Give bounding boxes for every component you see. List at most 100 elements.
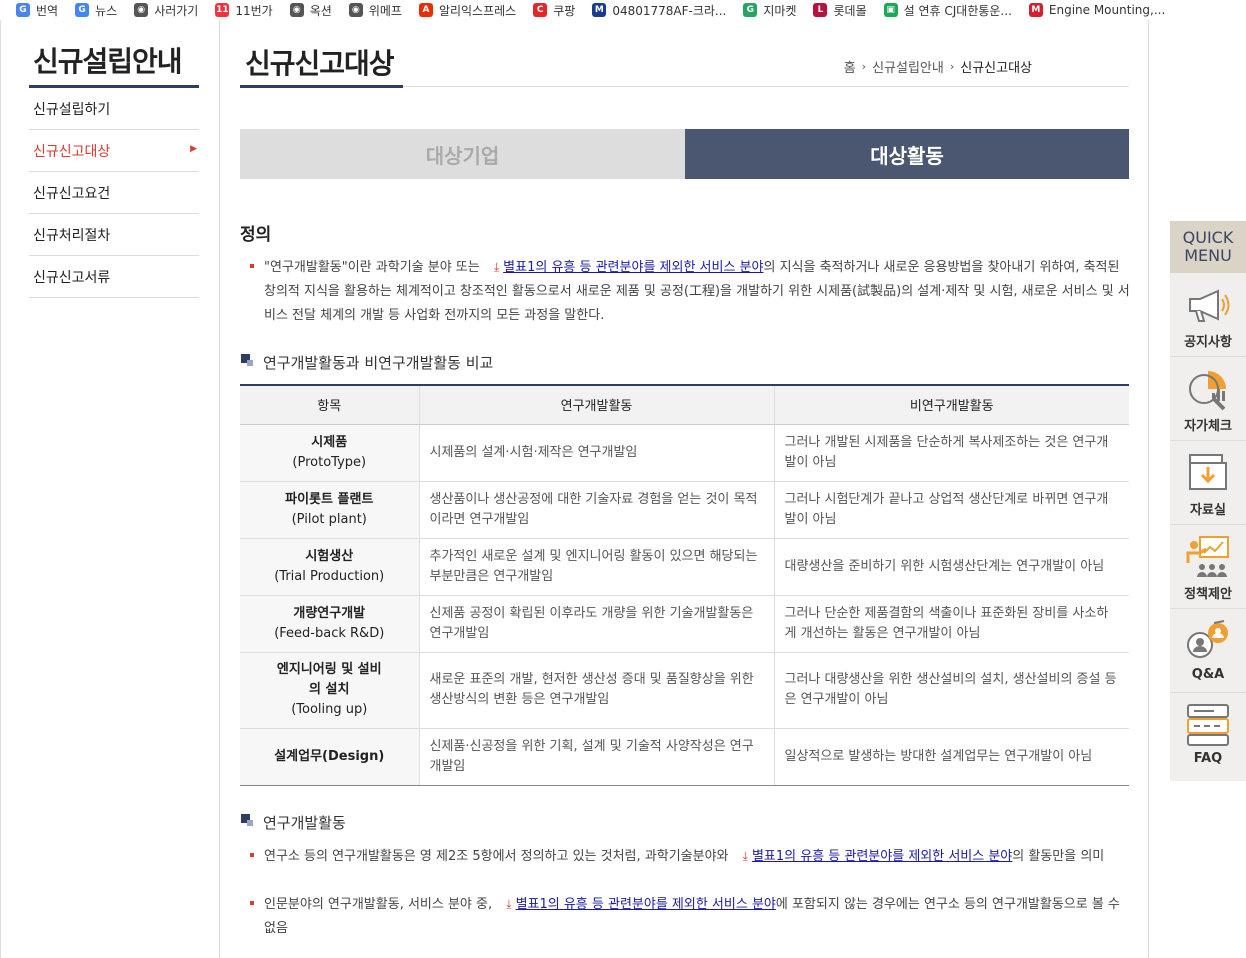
table-row: 파이롯트 플랜트 (Pilot plant) 생산품이나 생산공정에 대한 기술자료…: [240, 481, 1129, 539]
table-cell-non-rnd: 그러나 대량생산을 위한 생산설비의 설치, 생산설비의 증설 등은 연구개발이…: [774, 652, 1129, 729]
bookmark-item[interactable]: G 번역: [16, 2, 58, 19]
quick-menu-library[interactable]: 자료실: [1170, 441, 1246, 525]
quick-menu-label: Q&A: [1191, 667, 1225, 682]
breadcrumb-current: 신규신고대상: [960, 61, 1032, 76]
service-field-link[interactable]: 별표1의 유흥 등 관련분야를 제외한 서비스 분야: [503, 260, 763, 275]
service-field-link[interactable]: 별표1의 유흥 등 관련분야를 제외한 서비스 분야: [516, 897, 776, 912]
quick-menu-label: FAQ: [1193, 751, 1223, 766]
table-header-non-rnd: 비연구개발활동: [774, 384, 1129, 425]
quick-menu-label: 정책제안: [1184, 587, 1232, 602]
table-row: 개량연구개발 (Feed-back R&D) 신제품 공정이 확립된 이후라도 개량…: [240, 595, 1129, 653]
rnd-heading-text: 연구개발활동: [263, 814, 346, 832]
item-name-en: (Trial Production): [274, 568, 385, 584]
bookmark-favicon-icon: ▣: [883, 3, 898, 17]
bookmark-item[interactable]: A 알리익스프레스: [418, 2, 517, 19]
table-row: 시험생산 (Trial Production) 추가적인 새로운 설계 및 엔지니어…: [240, 538, 1129, 596]
sidebar-item[interactable]: 신규처리절차: [29, 214, 199, 256]
square-bullet-icon: [241, 814, 254, 827]
bookmark-item[interactable]: ◉ 옥션: [289, 2, 332, 19]
bookmark-item[interactable]: L 롯데몰: [813, 2, 867, 19]
rnd-item-text-before: 인문분야의 연구개발활동, 서비스 분야 중,: [264, 897, 497, 912]
sidebar-item[interactable]: 신규설립하기: [29, 88, 199, 130]
table-cell-non-rnd: 그러나 개발된 시제품을 단순하게 복사제조하는 것은 연구개발이 아님: [774, 424, 1129, 482]
bookmarks-bar: G 번역 G 뉴스 ◉ 사러가기 11 11번가 ◉ 옥션 ◉ 위메프 A 알리익스프레스 C 쿠팡 M 0480…: [0, 0, 1246, 20]
definition-heading: 정의: [240, 225, 272, 245]
magnifier-chart-icon: [1189, 371, 1226, 411]
item-name: 시험생산: [305, 548, 354, 564]
bookmark-label: 지마켓: [763, 3, 797, 18]
bookmark-favicon-icon: L: [813, 3, 828, 17]
bookmark-label: 옥션: [309, 3, 332, 18]
bullet-icon: [250, 264, 254, 268]
rnd-heading: 연구개발활동: [241, 812, 346, 833]
item-name-en: (ProtoType): [292, 454, 367, 470]
bookmark-label: 알리익스프레스: [438, 3, 517, 18]
bookmark-item[interactable]: C 쿠팡: [533, 2, 575, 19]
bookmark-label: 쿠팡: [553, 3, 576, 18]
item-name-en: (Tooling up): [291, 702, 368, 717]
rnd-item-2: 인문분야의 연구개발활동, 서비스 분야 중, ⤓ 별표1의 유흥 등 관련분야를…: [250, 892, 1130, 941]
bookmark-favicon-icon: ◉: [289, 3, 304, 17]
item-name: 엔지니어링 및 설비의 설치: [276, 662, 382, 697]
bookmark-item[interactable]: 11 11번가: [215, 2, 273, 19]
frame-left-border: [0, 20, 1, 958]
table-row: 엔지니어링 및 설비의 설치 (Tooling up) 새로운 표준의 개발, 현저…: [240, 652, 1129, 729]
item-name-en: (Feed-back R&D): [274, 625, 385, 641]
chevron-right-icon: ›: [949, 60, 955, 73]
bookmark-favicon-icon: M: [1028, 3, 1043, 17]
table-cell-rnd: 생산품이나 생산공정에 대한 기술자료 경험을 얻는 것이 목적이라면 연구개발…: [419, 481, 775, 539]
bookmark-item[interactable]: ◉ 사러가기: [134, 2, 198, 19]
sidebar-item-label: 신규신고대상: [33, 143, 111, 160]
bookmark-favicon-icon: A: [418, 3, 433, 17]
bookmark-item[interactable]: M Engine Mounting,...: [1028, 3, 1165, 17]
sidebar-item-label: 신규처리절차: [33, 227, 111, 244]
people-chat-icon: [1187, 620, 1228, 658]
item-name: 개량연구개발: [293, 605, 366, 621]
definition-text-before: "연구개발활동"이란 과학기술 분야 또는: [264, 260, 484, 275]
bookmark-item[interactable]: G 뉴스: [75, 2, 117, 19]
table-cell-non-rnd: 그러나 시험단계가 끝나고 상업적 생산단계로 바뀌면 연구개발이 아님: [774, 481, 1129, 539]
quick-menu-qna[interactable]: Q&A: [1170, 609, 1246, 693]
table-row: 설계업무(Design) 신제품·신공정을 위한 기획, 설계 및 기술적 사양작…: [240, 728, 1129, 786]
bookmark-item[interactable]: G 지마켓: [743, 2, 796, 19]
item-name-en: (Pilot plant): [291, 511, 367, 527]
bookmark-label: 롯데몰: [833, 3, 867, 18]
bookmark-item[interactable]: ▣ 설 연휴 CJ대한통운...: [883, 2, 1012, 19]
table-cell-item: 시제품 (ProtoType): [240, 424, 420, 482]
presentation-icon: [1186, 536, 1229, 577]
bookmark-item[interactable]: ◉ 위메프: [348, 2, 402, 19]
comparison-heading-text: 연구개발활동과 비연구개발활동 비교: [263, 354, 494, 372]
sidebar-item[interactable]: 신규신고대상 ▶: [29, 130, 199, 172]
table-cell-non-rnd: 그러나 단순한 제품결함의 색출이나 표준화된 장비를 사소하게 개선하는 활동…: [774, 595, 1129, 653]
table-cell-item: 엔지니어링 및 설비의 설치 (Tooling up): [240, 652, 420, 729]
comparison-table: 항목 연구개발활동 비연구개발활동 시제품 (ProtoType) 시제품의 설계·…: [240, 384, 1129, 786]
quick-menu-proposal[interactable]: 정책제안: [1170, 525, 1246, 609]
breadcrumb-section[interactable]: 신규설립안내: [872, 57, 944, 76]
table-cell-rnd: 시제품의 설계·시험·제작은 연구개발임: [419, 424, 775, 482]
bookmark-label: 위메프: [368, 3, 402, 18]
bullet-icon: [250, 853, 254, 857]
bookmark-item[interactable]: M 04801778AF-크라...: [592, 2, 726, 19]
rnd-item-1: 연구소 등의 연구개발활동은 영 제2조 5항에서 정의하고 있는 것처럼, 과…: [250, 844, 1130, 869]
breadcrumb-home[interactable]: 홈: [844, 57, 856, 76]
quick-menu-self-check[interactable]: 자가체크: [1170, 357, 1246, 441]
quick-menu-notice[interactable]: 공지사항: [1170, 273, 1246, 357]
sidebar-title: 신규설립안내: [33, 45, 183, 78]
bookmark-favicon-icon: ◉: [134, 3, 149, 17]
table-cell-rnd: 신제품·신공정을 위한 기획, 설계 및 기술적 사양작성은 연구개발임: [419, 728, 775, 786]
tab-target-company[interactable]: 대상기업: [240, 129, 685, 179]
bookmark-label: 설 연휴 CJ대한통운...: [903, 3, 1012, 18]
sidebar-item[interactable]: 신규신고서류: [29, 256, 199, 298]
table-header-rnd: 연구개발활동: [419, 384, 775, 425]
quick-menu-label: 공지사항: [1184, 335, 1232, 350]
sidebar-item[interactable]: 신규신고요건: [29, 172, 199, 214]
table-cell-rnd: 추가적인 새로운 설계 및 엔지니어링 활동이 있으면 해당되는 부분만큼은 연…: [419, 538, 775, 596]
megaphone-icon: [1189, 289, 1230, 322]
quick-menu-faq[interactable]: FAQ: [1170, 693, 1246, 777]
sidebar-item-label: 신규신고요건: [33, 185, 111, 202]
service-field-link[interactable]: 별표1의 유흥 등 관련분야를 제외한 서비스 분야: [752, 849, 1012, 864]
table-cell-non-rnd: 대량생산을 준비하기 위한 시험생산단계는 연구개발이 아님: [774, 538, 1129, 596]
page-title: 신규신고대상: [245, 47, 395, 80]
table-cell-rnd: 신제품 공정이 확립된 이후라도 개량을 위한 기술개발활동은 연구개발임: [419, 595, 775, 653]
tab-target-activity[interactable]: 대상활동: [685, 129, 1129, 179]
